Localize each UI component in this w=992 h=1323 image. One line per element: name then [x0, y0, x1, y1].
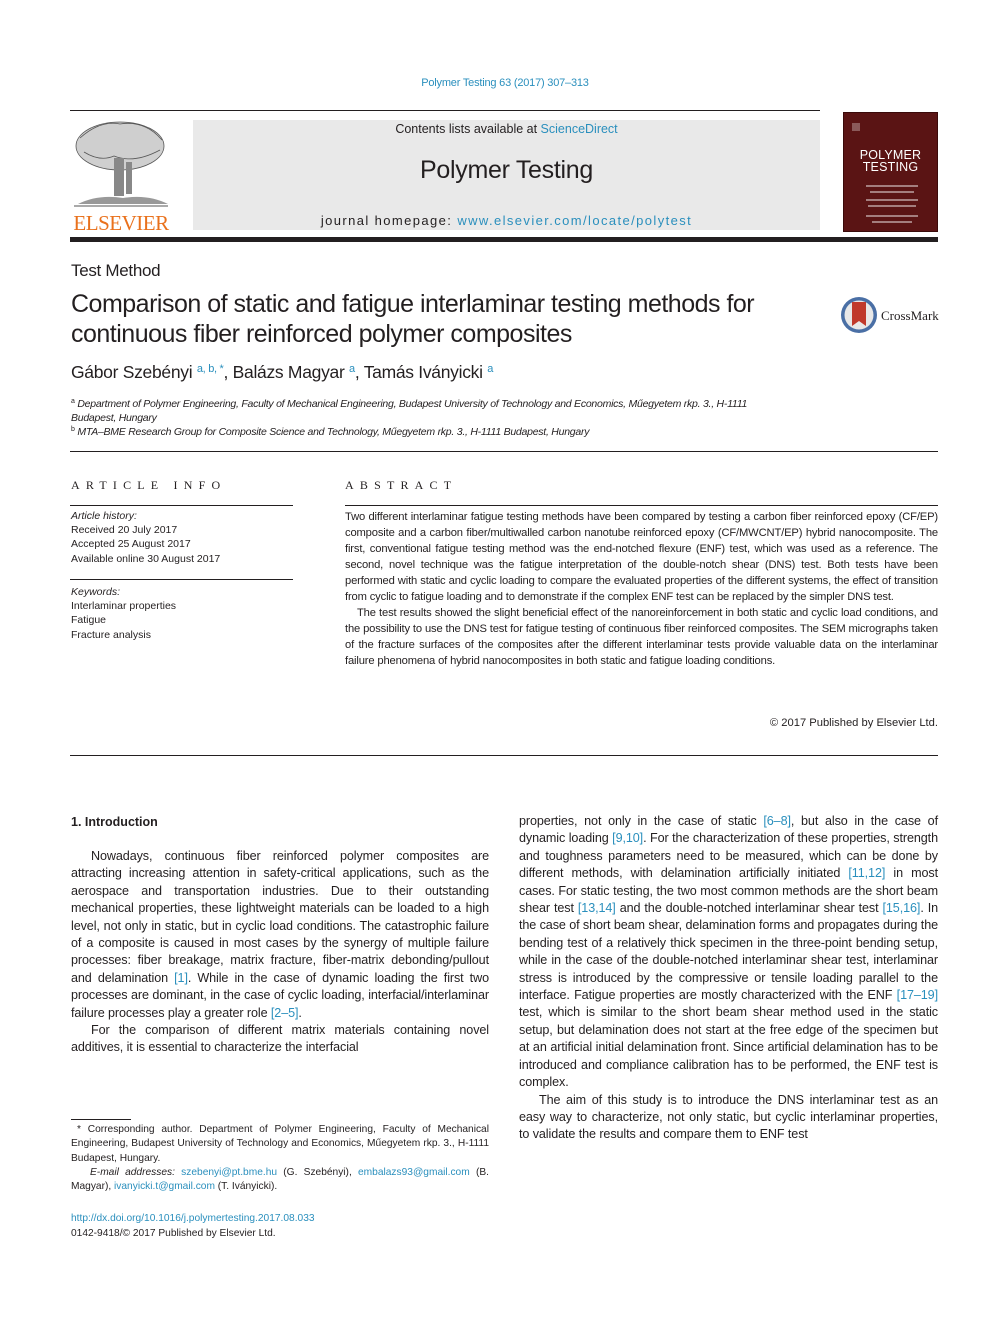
affiliation-b: b MTA–BME Research Group for Composite S… [71, 423, 831, 439]
email-owner: (G. Szebényi), [277, 1166, 359, 1178]
affiliation-a: a Department of Polymer Engineering, Fac… [71, 395, 831, 425]
reference-link[interactable]: [17–19] [897, 988, 938, 1002]
journal-citation-link[interactable]: Polymer Testing 63 (2017) 307–313 [0, 77, 992, 89]
reference-link[interactable]: [1] [174, 971, 188, 985]
issn-copyright: 0142-9418/© 2017 Published by Elsevier L… [71, 1228, 276, 1239]
article-info-rule [70, 505, 293, 506]
crossmark-button[interactable]: CrossMark [840, 296, 940, 336]
author-name[interactable]: Tamás Iványicki [364, 362, 483, 382]
body-paragraph: For the comparison of different matrix m… [71, 1023, 489, 1055]
title-block-rule [70, 451, 938, 452]
abstract-heading: ABSTRACT [345, 478, 458, 492]
header-thick-rule [70, 237, 938, 242]
doi-link[interactable]: http://dx.doi.org/10.1016/j.polymertesti… [71, 1213, 315, 1224]
article-history-label: Article history: [71, 510, 137, 522]
crossmark-icon [841, 297, 877, 333]
history-online: Available online 30 August 2017 [71, 552, 221, 565]
body-text: . In the case of short beam shear, delam… [519, 901, 939, 1003]
abstract-copyright: © 2017 Published by Elsevier Ltd. [769, 717, 938, 729]
affiliation-text: MTA–BME Research Group for Composite Sci… [77, 426, 590, 438]
author-name[interactable]: Gábor Szebényi [71, 362, 193, 382]
journal-masthead: Contents lists available at ScienceDirec… [193, 120, 820, 230]
abstract-paragraph: The test results showed the slight benef… [345, 607, 938, 667]
header-rule [70, 110, 820, 111]
body-column-right: properties, not only in the case of stat… [519, 813, 938, 1144]
cover-text-line [866, 185, 918, 187]
reference-link[interactable]: [2–5] [271, 1006, 299, 1020]
body-text: test, which is similar to the short beam… [519, 1005, 938, 1090]
elsevier-tree-icon [74, 121, 168, 207]
email-label: E-mail addresses: [90, 1166, 175, 1178]
abstract-bottom-rule [70, 755, 938, 756]
homepage-prefix: journal homepage: [320, 213, 458, 228]
body-paragraph: Nowadays, continuous fiber reinforced po… [71, 848, 489, 1022]
journal-title: Polymer Testing [420, 156, 593, 184]
homepage-line: journal homepage: www.elsevier.com/locat… [193, 213, 820, 228]
journal-homepage-link[interactable]: www.elsevier.com/locate/polytest [457, 213, 692, 228]
corresponding-author-note: * Corresponding author. Department of Po… [71, 1124, 489, 1164]
keyword-item: Interlaminar properties [71, 600, 177, 613]
author-name[interactable]: Balázs Magyar [233, 362, 345, 382]
cover-title: POLYMER TESTING [844, 149, 937, 174]
cover-text-line [870, 191, 914, 193]
body-text: properties, not only in the case of stat… [519, 814, 764, 828]
crossmark-label: CrossMark [881, 308, 939, 323]
footnote-rule [71, 1119, 131, 1120]
article-type: Test Method [71, 261, 161, 280]
cover-text-line [866, 215, 918, 217]
sciencedirect-link[interactable]: ScienceDirect [541, 122, 618, 136]
doi-block: http://dx.doi.org/10.1016/j.polymertesti… [71, 1211, 315, 1241]
contents-prefix: Contents lists available at [395, 122, 541, 136]
history-received: Received 20 July 2017 [71, 524, 178, 537]
email-link[interactable]: ivanyicki.t@gmail.com [114, 1181, 215, 1192]
cover-publisher-mark [852, 123, 860, 131]
reference-link[interactable]: [11,12] [848, 866, 885, 880]
author-affiliation-marks[interactable]: a, b, * [197, 363, 224, 375]
affiliation-mark: b [71, 426, 75, 433]
abstract-body: Two different interlaminar fatigue testi… [345, 509, 938, 669]
author-separator: , [223, 362, 233, 382]
body-column-left: Nowadays, continuous fiber reinforced po… [71, 848, 489, 1057]
body-text: . [298, 1005, 302, 1020]
article-info-heading: ARTICLE INFO [71, 478, 227, 492]
email-link[interactable]: szebenyi@pt.bme.hu [181, 1167, 277, 1178]
affiliation-mark: a [71, 398, 75, 405]
author-affiliation-marks[interactable]: a [487, 363, 493, 375]
cover-text-line [872, 221, 912, 223]
section-heading-introduction: 1. Introduction [71, 815, 158, 829]
affiliation-text: Department of Polymer Engineering, Facul… [77, 398, 748, 410]
body-text: and the double-notched interlaminar shea… [615, 901, 883, 916]
body-paragraph: The aim of this study is to introduce th… [519, 1092, 938, 1142]
keyword-item: Fracture analysis [71, 628, 151, 641]
journal-cover-thumbnail[interactable]: POLYMER TESTING [843, 112, 938, 232]
author-separator: , [354, 362, 364, 382]
keywords-label: Keywords: [71, 586, 121, 598]
footnote: * Corresponding author. Department of Po… [71, 1123, 489, 1194]
reference-link[interactable]: [15,16] [882, 901, 920, 915]
cover-text-line [866, 199, 918, 201]
reference-link[interactable]: [9,10] [612, 831, 643, 845]
cover-text-line [868, 205, 916, 207]
abstract-paragraph: Two different interlaminar fatigue testi… [345, 511, 938, 603]
article-history: Article history: Received 20 July 2017 A… [71, 509, 220, 566]
abstract-rule [345, 505, 938, 506]
history-accepted: Accepted 25 August 2017 [71, 538, 191, 551]
elsevier-wordmark: ELSEVIER [73, 211, 169, 235]
reference-link[interactable]: [13,14] [578, 901, 616, 915]
article-title: Comparison of static and fatigue interla… [71, 290, 755, 348]
cover-title-line2: TESTING [862, 160, 919, 174]
elsevier-logo[interactable]: ELSEVIER [70, 118, 172, 235]
reference-link[interactable]: [6–8] [763, 814, 791, 828]
email-owner: (T. Iványicki). [214, 1181, 278, 1193]
contents-line: Contents lists available at ScienceDirec… [193, 122, 820, 136]
body-text: Nowadays, continuous fiber reinforced po… [71, 849, 489, 985]
keyword-item: Fatigue [71, 614, 107, 627]
email-link[interactable]: embalazs93@gmail.com [358, 1167, 470, 1178]
author-list: Gábor Szebényi a, b, *, Balázs Magyar a,… [71, 362, 493, 383]
keywords: Keywords: Interlaminar properties Fatigu… [71, 585, 176, 642]
body-paragraph: properties, not only in the case of stat… [519, 813, 938, 1092]
email-addresses: E-mail addresses: szebenyi@pt.bme.hu (G.… [71, 1166, 489, 1195]
article-info-rule [70, 579, 293, 580]
